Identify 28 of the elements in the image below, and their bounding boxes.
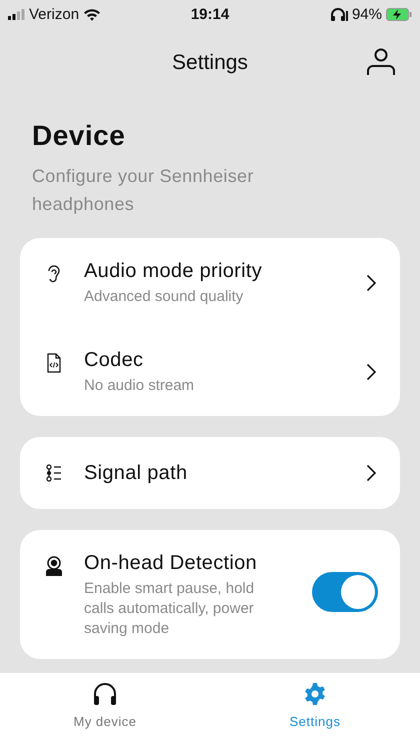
chevron-icon[interactable]: [366, 274, 376, 292]
setting-title: Codec: [84, 349, 144, 372]
page-heading: Device: [32, 120, 126, 152]
signal-icon: [8, 8, 25, 20]
carrier: Verizon: [29, 6, 80, 22]
time: 19:14: [190, 6, 230, 22]
headphones-icon: [330, 8, 348, 20]
chevron-icon[interactable]: [366, 363, 376, 381]
battery-icon: [386, 8, 412, 20]
headphones-icon: [92, 682, 118, 706]
setting-description: No audio stream: [84, 376, 196, 396]
setting-title: Audio mode priority: [84, 260, 264, 283]
battery-percent: 94%: [352, 6, 382, 22]
setting-title: Signal path: [84, 462, 188, 484]
person-icon: [44, 556, 64, 576]
setting-title: On-head Detection: [84, 552, 258, 575]
profile-icon[interactable]: [366, 48, 396, 76]
list-icon: [44, 463, 64, 483]
chevron-icon[interactable]: [366, 464, 376, 482]
tab[interactable]: My device: [0, 673, 210, 746]
settings-icon: [303, 682, 327, 706]
tab[interactable]: Settings: [210, 673, 420, 746]
setting-description: Enable smart pause, hold calls automatically, power saving mode: [84, 579, 256, 639]
page-subtitle: Configure your Sennheiser headphones: [32, 165, 255, 216]
screen-title: Settings: [172, 51, 248, 75]
toggle-switch[interactable]: [312, 572, 378, 612]
wifi-icon: [83, 8, 102, 20]
setting-description: Advanced sound quality: [84, 287, 244, 307]
